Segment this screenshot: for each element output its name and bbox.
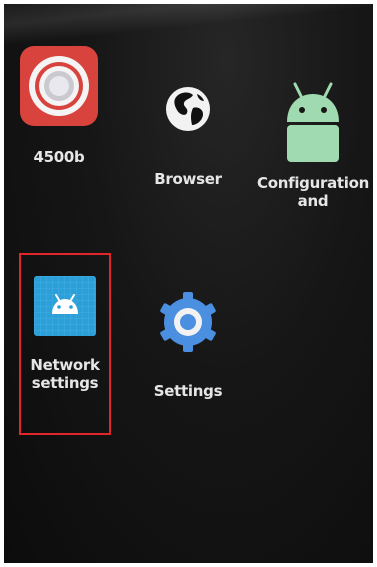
app-browser[interactable]: Browser <box>148 84 228 188</box>
app-label-browser: Browser <box>154 170 222 188</box>
app-label-configuration: Configuration and <box>257 174 369 210</box>
android-robot-icon <box>283 82 343 164</box>
globe-icon <box>163 84 213 134</box>
camera-lens-icon <box>18 46 100 126</box>
app-label-4500b: 4500b <box>33 148 85 166</box>
gear-icon <box>156 290 220 354</box>
photo-frame: 4500b Browser Configuration and Network … <box>0 0 377 567</box>
app-settings[interactable]: Settings <box>148 290 228 400</box>
selection-highlight-box <box>19 253 111 435</box>
app-configuration[interactable]: Configuration and <box>257 82 369 210</box>
app-label-settings: Settings <box>153 382 223 400</box>
app-4500b[interactable]: 4500b <box>14 46 104 166</box>
launcher-screen: 4500b Browser Configuration and Network … <box>4 4 373 563</box>
